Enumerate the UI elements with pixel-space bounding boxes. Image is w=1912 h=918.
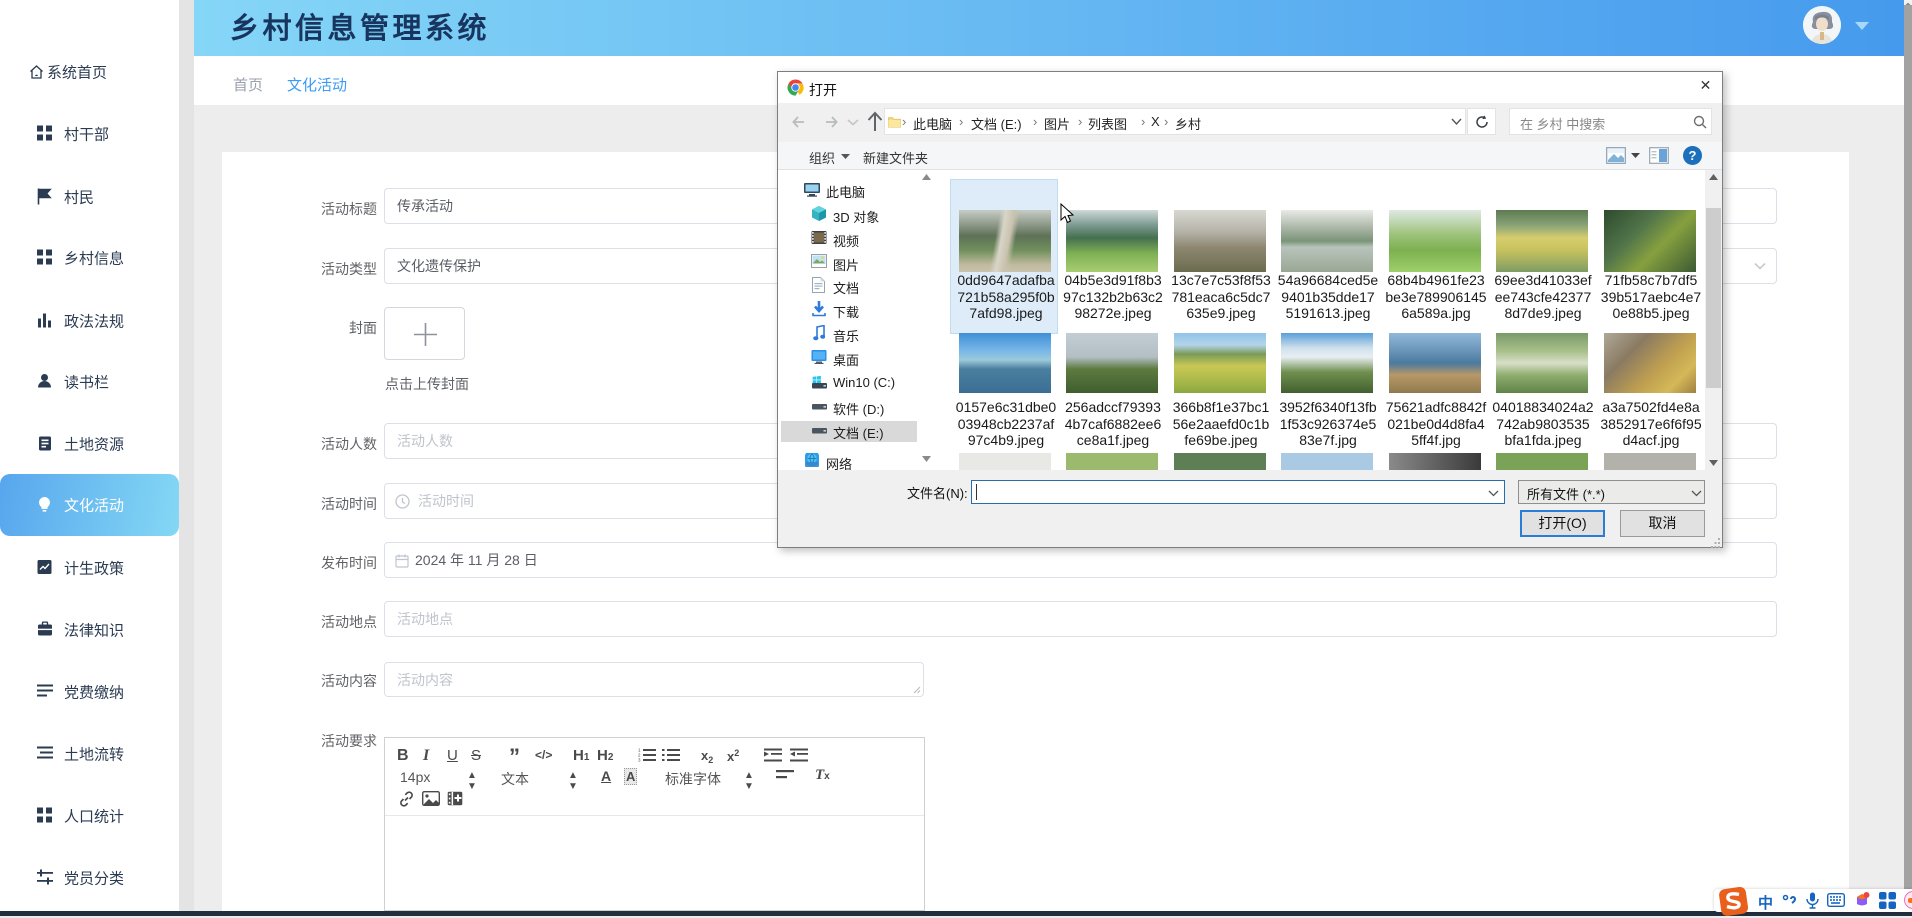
svg-text:3: 3 bbox=[638, 758, 641, 763]
